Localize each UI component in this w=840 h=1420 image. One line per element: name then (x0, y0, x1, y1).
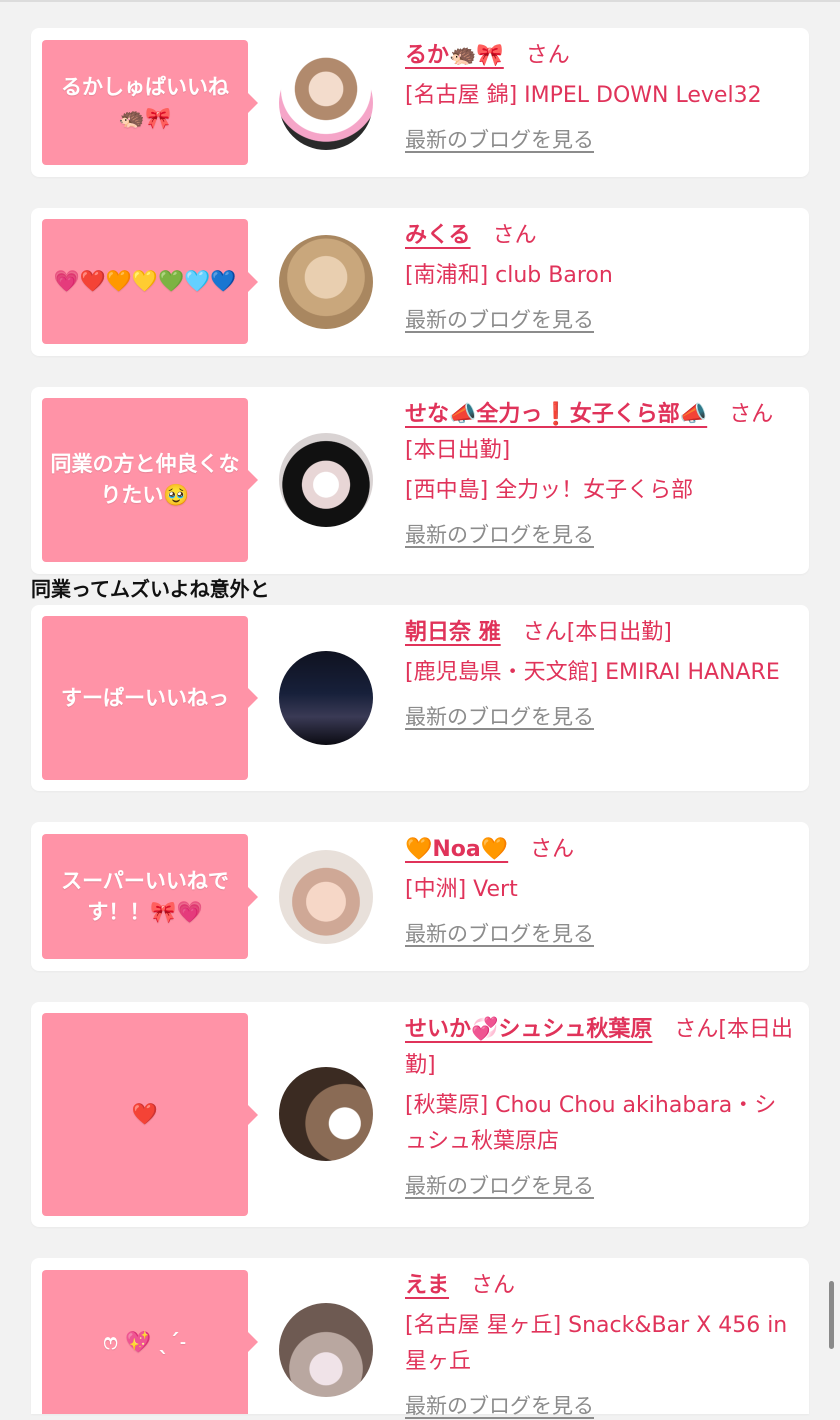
comment-text: 同業ってムズいよね意外と (31, 577, 270, 601)
status-text: [本日出勤] (405, 438, 511, 463)
honorific-label: さん (530, 837, 575, 862)
avatar[interactable] (279, 433, 373, 527)
list-item: 💗❤️🧡💛💚🩵💙 みくる さん [南浦和] club Baron 最新のブログを見… (31, 208, 809, 356)
latest-blog-link[interactable]: 最新のブログを見る (405, 918, 594, 948)
honorific-label: さん (492, 223, 537, 248)
shop-info: [西中島] 全力ッ！女子くら部 (405, 478, 694, 503)
avatar[interactable] (279, 850, 373, 944)
avatar[interactable] (279, 235, 373, 329)
list-item: ෆ 💖 ˎˊ˗ えま さん [名古屋 星ヶ丘] Snack&Bar X 456 i… (31, 1258, 809, 1418)
message-bubble: 💗❤️🧡💛💚🩵💙 (42, 219, 258, 344)
shop-info: [秋葉原] Chou Chou akihabara・シュシュ秋葉原店 (405, 1093, 777, 1154)
shop-info: [南浦和] club Baron (405, 263, 613, 288)
honorific-label: さん (729, 402, 774, 427)
message-bubble: ෆ 💖 ˎˊ˗ (42, 1270, 258, 1414)
shop-info: [中洲] Vert (405, 877, 518, 902)
honorific-label: さん (525, 43, 570, 68)
message-text: ෆ 💖 ˎˊ˗ (103, 1329, 187, 1354)
list-item: スーパーいいねです！！🎀💗 🧡Noa🧡 さん [中洲] Vert 最新のブログを見… (31, 822, 809, 971)
user-name-link[interactable]: えま (405, 1273, 449, 1298)
list-item: るかしゅぱいいね🦔🎀 るか🦔🎀 さん [名古屋 錦] IMPEL DOWN Lev… (31, 28, 809, 177)
status-text: [本日出勤] (566, 620, 672, 645)
avatar[interactable] (279, 1067, 373, 1161)
user-name-link[interactable]: 🧡Noa🧡 (405, 837, 508, 862)
latest-blog-link[interactable]: 最新のブログを見る (405, 124, 594, 154)
user-name-link[interactable]: せいか💞シュシュ秋葉原 (405, 1017, 652, 1042)
latest-blog-link[interactable]: 最新のブログを見る (405, 701, 594, 731)
shop-info: [名古屋 錦] IMPEL DOWN Level32 (405, 83, 762, 108)
list-item: すーぱーいいねっ 朝日奈 雅さん[本日出勤] [鹿児島県・天文館] EMIRAI… (31, 605, 809, 791)
latest-blog-link[interactable]: 最新のブログを見る (405, 1390, 594, 1420)
avatar[interactable] (279, 56, 373, 150)
latest-blog-link[interactable]: 最新のブログを見る (405, 519, 594, 549)
message-bubble: ❤️ (42, 1013, 258, 1216)
list-item: ❤️ せいか💞シュシュ秋葉原 さん[本日出勤] [秋葉原] Chou Chou a… (31, 1002, 809, 1227)
message-bubble: 同業の方と仲良くなりたい🥹 (42, 398, 258, 562)
message-text: 💗❤️🧡💛💚🩵💙 (53, 269, 237, 293)
user-name-link[interactable]: みくる (405, 223, 471, 248)
message-bubble: すーぱーいいねっ (42, 616, 258, 780)
message-text: ❤️ (131, 1102, 159, 1126)
message-text: 同業の方と仲良くなりたい🥹 (50, 452, 240, 507)
message-text: るかしゅぱいいね🦔🎀 (61, 74, 229, 130)
honorific-label: さん (471, 1273, 516, 1298)
message-text: すーぱーいいねっ (61, 685, 229, 710)
avatar[interactable] (279, 1303, 373, 1397)
shop-info: [名古屋 星ヶ丘] Snack&Bar X 456 in 星ヶ丘 (405, 1313, 788, 1374)
user-name-link[interactable]: 朝日奈 雅 (405, 620, 501, 645)
list-item: 同業の方と仲良くなりたい🥹 せな📣全力っ❗️女子くら部📣 さん [本日出勤] [西中… (31, 387, 809, 574)
latest-blog-link[interactable]: 最新のブログを見る (405, 304, 594, 334)
latest-blog-link[interactable]: 最新のブログを見る (405, 1170, 594, 1200)
shop-info: [鹿児島県・天文館] EMIRAI HANARE (405, 660, 780, 685)
avatar[interactable] (279, 651, 373, 745)
top-divider (0, 0, 840, 2)
message-text: スーパーいいねです！！🎀💗 (61, 868, 229, 924)
user-name-link[interactable]: るか🦔🎀 (405, 43, 504, 68)
user-name-link[interactable]: せな📣全力っ❗️女子くら部📣 (405, 402, 707, 427)
message-bubble: スーパーいいねです！！🎀💗 (42, 834, 258, 959)
honorific-label: さん (522, 620, 567, 645)
scrollbar-thumb[interactable] (829, 1281, 834, 1349)
message-bubble: るかしゅぱいいね🦔🎀 (42, 40, 258, 165)
honorific-label: さん (674, 1017, 719, 1042)
